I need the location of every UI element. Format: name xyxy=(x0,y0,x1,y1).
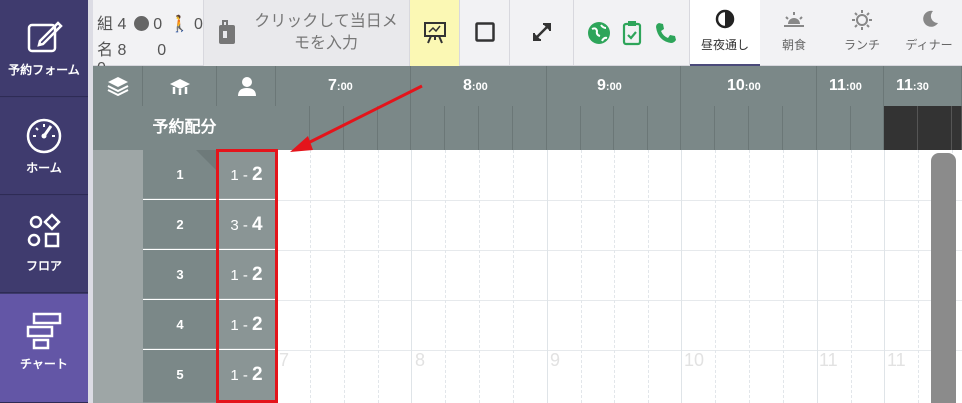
sidebar-item-label: ホーム xyxy=(26,161,62,175)
memo-icon xyxy=(219,20,235,44)
mode-label: 朝食 xyxy=(781,38,806,52)
mode-dinner-tab[interactable]: ディナー xyxy=(896,0,962,66)
layers-icon xyxy=(107,77,129,96)
toolbar: 組 4 0 🚶 0 名 8 0 0 クリックして当日メモを入力 xyxy=(93,0,962,77)
globe-icon[interactable] xyxy=(587,21,611,45)
table-icon xyxy=(170,79,190,95)
select-button[interactable] xyxy=(460,0,510,66)
sidebar-item-label: チャート xyxy=(20,357,68,371)
presentation-button[interactable] xyxy=(410,0,460,66)
allocation-cell[interactable] xyxy=(783,106,817,150)
expand-icon xyxy=(533,23,551,41)
expand-button[interactable] xyxy=(510,0,574,66)
allocation-cell-closed[interactable] xyxy=(918,106,952,150)
table-number: 3 xyxy=(143,250,217,299)
allocation-cell[interactable] xyxy=(817,106,851,150)
edit-icon xyxy=(27,21,63,53)
sunrise-icon xyxy=(784,12,804,27)
moon-icon xyxy=(923,10,938,27)
annotation-arrow xyxy=(290,84,423,152)
half-circle-icon xyxy=(715,9,735,29)
walkin-icon: 🚶 xyxy=(169,16,190,33)
time-label: 9:00 xyxy=(597,77,622,94)
mode-breakfast-tab[interactable]: 朝食 xyxy=(760,0,828,66)
memo-placeholder: クリックして当日メモを入力 xyxy=(254,13,398,52)
sidebar-item-label: フロア xyxy=(25,259,62,273)
table-column-header xyxy=(143,66,217,106)
allocation-cell[interactable] xyxy=(513,106,547,150)
hour-watermark: 11 xyxy=(819,350,838,370)
floor-shapes-icon xyxy=(27,213,61,248)
table-number: 4 xyxy=(143,300,217,349)
allocation-cell-closed[interactable] xyxy=(952,106,962,150)
timeline-body[interactable]: 7 8 9 10 11 11 xyxy=(276,150,962,403)
layers-button[interactable] xyxy=(93,66,143,106)
hour-watermark: 11 xyxy=(887,350,906,370)
corner-marker xyxy=(196,150,217,171)
time-slot-11-30: 11:30 xyxy=(884,66,962,106)
people-label: 名 xyxy=(97,42,114,59)
time-slot-8: 8:00 xyxy=(411,66,547,106)
chart-icon xyxy=(26,312,62,350)
allocation-cell[interactable] xyxy=(479,106,513,150)
allocation-cell[interactable] xyxy=(581,106,614,150)
daily-memo-button[interactable]: クリックして当日メモを入力 xyxy=(204,0,410,66)
presentation-icon xyxy=(424,22,446,44)
people-value: 8 xyxy=(117,42,127,59)
time-label: 8:00 xyxy=(463,77,488,94)
web-groups-value: 0 xyxy=(153,16,163,33)
channel-buttons xyxy=(574,0,690,66)
time-slot-10: 10:00 xyxy=(681,66,817,106)
web-people-value: 0 xyxy=(157,42,167,59)
highlight-box xyxy=(216,149,278,403)
allocation-cell[interactable] xyxy=(749,106,783,150)
allocation-cell[interactable] xyxy=(851,106,884,150)
time-label: 10:00 xyxy=(727,77,761,94)
clipboard-check-icon[interactable] xyxy=(622,20,642,46)
globe-icon xyxy=(133,16,149,31)
time-label: 11:30 xyxy=(896,77,929,94)
allocation-cell[interactable] xyxy=(648,106,681,150)
time-slot-11: 11:00 xyxy=(817,66,884,106)
phone-icon[interactable] xyxy=(654,21,678,45)
sidebar-item-reservation-form[interactable]: 予約フォーム xyxy=(0,0,88,97)
dashboard-icon xyxy=(26,118,62,154)
allocation-cell[interactable] xyxy=(547,106,581,150)
sidebar-item-floor[interactable]: フロア xyxy=(0,196,88,293)
mode-label: ランチ xyxy=(843,38,880,52)
sidebar: 予約フォーム ホーム フロア チャート xyxy=(0,0,88,403)
groups-label: 組 xyxy=(97,16,114,33)
allocation-label: 予約配分 xyxy=(93,106,276,150)
sidebar-item-label: 予約フォーム xyxy=(8,63,80,77)
walkin-groups-value: 0 xyxy=(194,16,203,33)
hour-watermark: 8 xyxy=(415,350,426,370)
row-group-column xyxy=(93,150,143,403)
mode-all-day-tab[interactable]: 昼夜通し xyxy=(690,0,760,66)
vertical-scrollbar[interactable] xyxy=(931,153,956,403)
sidebar-item-home[interactable]: ホーム xyxy=(0,98,88,195)
allocation-cell[interactable] xyxy=(445,106,479,150)
stats-groups-row: 組 4 0 🚶 0 xyxy=(97,10,203,34)
mode-label: 昼夜通し xyxy=(700,38,749,52)
capacity-column-header xyxy=(217,66,276,106)
sidebar-item-chart[interactable]: チャート xyxy=(0,294,88,403)
time-slot-9: 9:00 xyxy=(547,66,681,106)
allocation-cell[interactable] xyxy=(681,106,715,150)
hour-watermark: 9 xyxy=(550,350,561,370)
sun-icon xyxy=(852,10,872,30)
mode-lunch-tab[interactable]: ランチ xyxy=(828,0,896,66)
reservation-stats: 組 4 0 🚶 0 名 8 0 0 xyxy=(93,0,204,77)
person-icon xyxy=(238,77,256,96)
hour-watermark: 7 xyxy=(279,350,290,370)
allocation-cell[interactable] xyxy=(614,106,648,150)
allocation-cell-closed[interactable] xyxy=(884,106,918,150)
time-label: 11:00 xyxy=(829,77,862,94)
allocation-cell[interactable] xyxy=(715,106,749,150)
groups-value: 4 xyxy=(117,16,127,33)
table-number: 2 xyxy=(143,200,217,249)
table-number: 5 xyxy=(143,350,217,403)
mode-label: ディナー xyxy=(905,38,953,52)
hour-watermark: 10 xyxy=(684,350,705,370)
square-icon xyxy=(475,22,495,42)
